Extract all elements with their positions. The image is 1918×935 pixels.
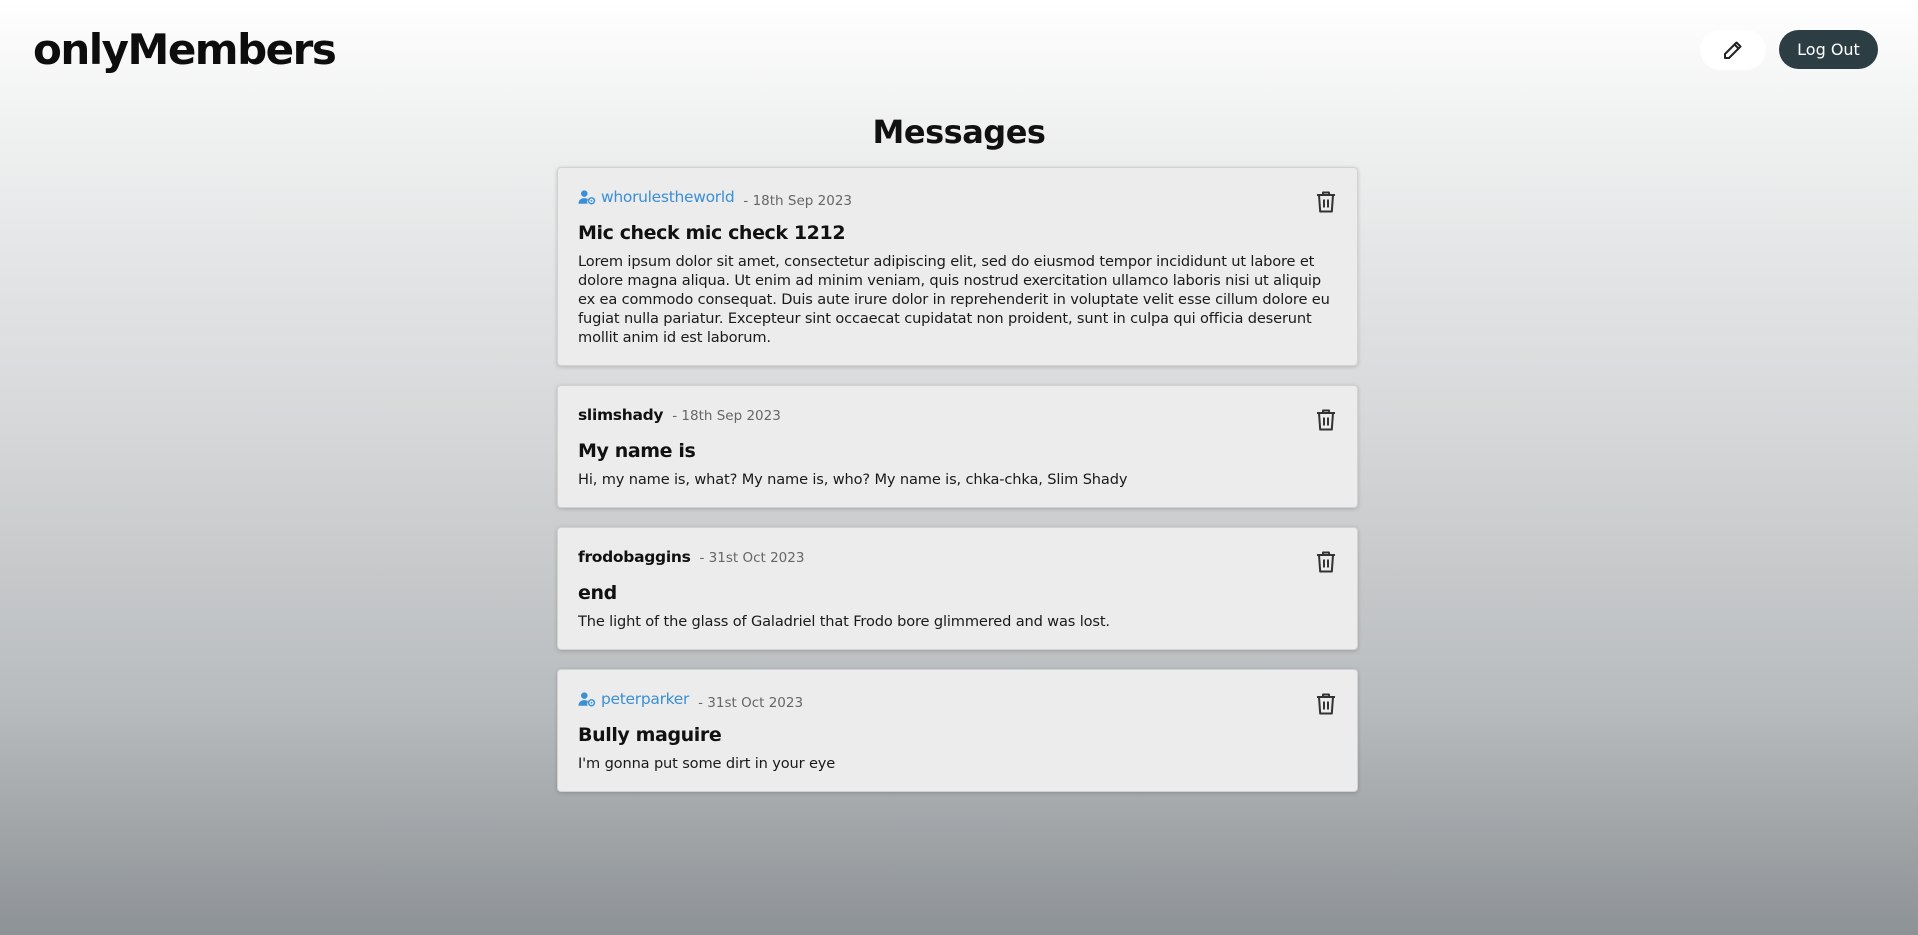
message-date: - 18th Sep 2023: [743, 193, 852, 209]
message-date: - 31st Oct 2023: [698, 695, 804, 711]
author-name[interactable]: whorulestheworld: [601, 188, 735, 206]
pencil-icon: [1724, 41, 1742, 59]
message-card: peterparker - 31st Oct 2023 Bully maguir…: [557, 669, 1358, 792]
message-author: frodobaggins: [578, 548, 691, 566]
member-user-icon: [578, 190, 596, 205]
message-title: Bully maguire: [578, 724, 722, 746]
message-card: whorulestheworld - 18th Sep 2023 Mic che…: [557, 167, 1358, 366]
message-list: whorulestheworld - 18th Sep 2023 Mic che…: [557, 167, 1358, 811]
message-title: Mic check mic check 1212: [578, 222, 846, 244]
page-title: Messages: [872, 113, 1046, 151]
brand-logo[interactable]: onlyMembers: [33, 22, 337, 78]
member-user-icon: [578, 692, 596, 707]
delete-icon[interactable]: [1315, 408, 1337, 432]
message-author: peterparker: [578, 690, 689, 708]
message-date: - 31st Oct 2023: [699, 550, 805, 566]
message-body: Hi, my name is, what? My name is, who? M…: [578, 471, 1128, 488]
message-date: - 18th Sep 2023: [672, 408, 781, 424]
top-bar: onlyMembers Log Out: [0, 0, 1918, 100]
new-message-button[interactable]: [1700, 30, 1766, 70]
author-name[interactable]: peterparker: [601, 690, 689, 708]
author-name: slimshady: [578, 406, 664, 424]
message-title: end: [578, 582, 617, 604]
delete-icon[interactable]: [1315, 550, 1337, 574]
message-title: My name is: [578, 440, 696, 462]
message-card: slimshady - 18th Sep 2023 My name is Hi,…: [557, 385, 1358, 508]
delete-icon[interactable]: [1315, 190, 1337, 214]
message-body: I'm gonna put some dirt in your eye: [578, 755, 836, 772]
message-body: Lorem ipsum dolor sit amet, consectetur …: [578, 253, 1330, 346]
delete-icon[interactable]: [1315, 692, 1337, 716]
message-author: whorulestheworld: [578, 188, 735, 206]
message-card: frodobaggins - 31st Oct 2023 end The lig…: [557, 527, 1358, 650]
message-author: slimshady: [578, 406, 664, 424]
author-name: frodobaggins: [578, 548, 691, 566]
logout-button[interactable]: Log Out: [1779, 30, 1878, 69]
message-body: The light of the glass of Galadriel that…: [578, 613, 1110, 630]
